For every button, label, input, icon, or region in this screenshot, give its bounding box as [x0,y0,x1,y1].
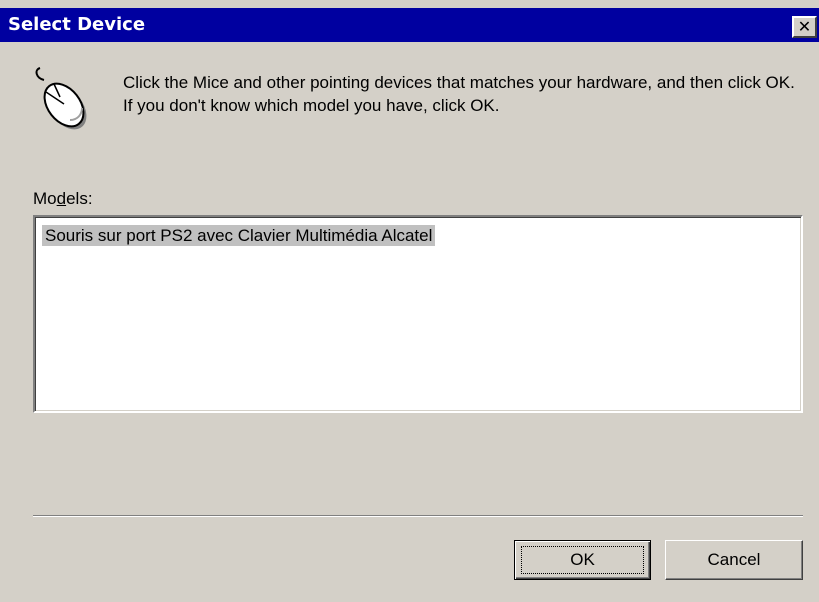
instruction-text: Click the Mice and other pointing device… [123,73,795,115]
mouse-icon [35,67,87,130]
focus-rect [521,546,644,574]
ok-button[interactable]: OK [514,540,651,580]
title-bar: Select Device ✕ [0,8,819,42]
list-item-selected[interactable]: Souris sur port PS2 avec Clavier Multimé… [42,225,436,246]
select-device-dialog: Select Device ✕ Click the Mice and other… [0,0,819,602]
close-icon: ✕ [797,17,812,36]
cancel-button-label: Cancel [707,550,761,569]
close-button[interactable]: ✕ [792,16,817,38]
cancel-button[interactable]: Cancel [665,540,803,580]
models-label-prefix: Mo [33,189,57,208]
dialog-title: Select Device [8,14,146,35]
models-label-suffix: els: [66,189,93,208]
models-label: Models: [33,188,93,210]
models-listbox[interactable]: Souris sur port PS2 avec Clavier Multimé… [33,215,803,413]
separator [33,515,803,517]
models-label-accelerator: d [56,189,67,208]
